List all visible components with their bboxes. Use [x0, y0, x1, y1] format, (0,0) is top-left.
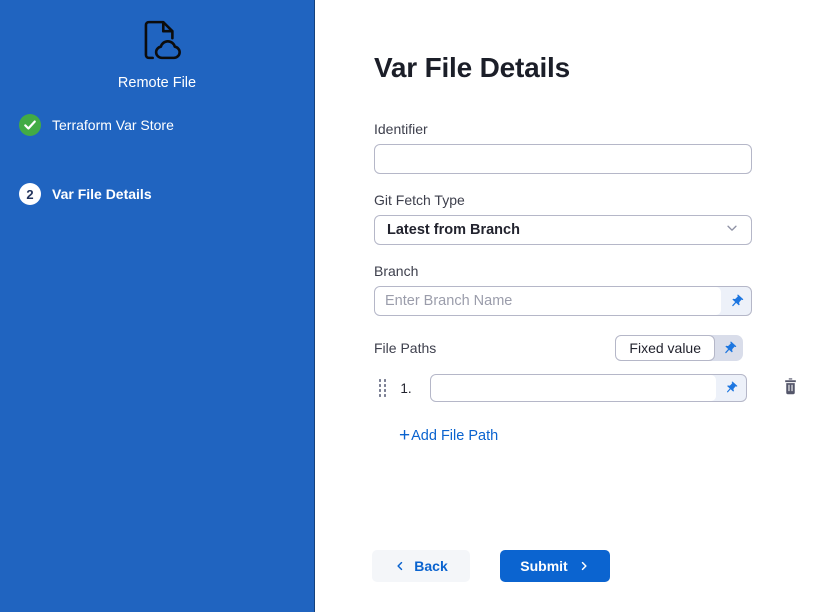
- add-file-path-label: Add File Path: [411, 428, 498, 444]
- footer-actions: Back Submit: [372, 550, 836, 582]
- delete-row-button[interactable]: [782, 377, 799, 399]
- pin-icon: [718, 337, 739, 358]
- branch-multitype-pin-button[interactable]: [721, 287, 751, 315]
- trash-icon: [782, 377, 799, 399]
- identifier-input[interactable]: [374, 144, 752, 174]
- chevron-right-icon: [578, 559, 590, 573]
- step-number-badge: 2: [19, 183, 41, 205]
- back-button-label: Back: [414, 558, 447, 574]
- back-button[interactable]: Back: [372, 550, 470, 582]
- git-fetch-type-value: Latest from Branch: [387, 222, 520, 238]
- fixed-value-type-button[interactable]: Fixed value: [615, 335, 715, 361]
- file-paths-multitype-combo: Fixed value: [615, 335, 743, 361]
- file-path-row: 1.: [379, 374, 836, 402]
- git-fetch-type-select[interactable]: Latest from Branch: [374, 215, 752, 245]
- git-fetch-type-label: Git Fetch Type: [374, 192, 752, 208]
- chevron-left-icon: [394, 559, 406, 573]
- var-file-details-wizard: Remote File Terraform Var Store 2 Var Fi…: [0, 0, 836, 612]
- step-label: Terraform Var Store: [52, 117, 174, 133]
- plus-icon: +: [399, 429, 410, 443]
- identifier-group: Identifier: [374, 121, 752, 174]
- file-paths-header: File Paths Fixed value: [374, 335, 752, 361]
- page-title: Var File Details: [374, 52, 836, 84]
- step-label: Var File Details: [52, 186, 152, 202]
- file-paths-label: File Paths: [374, 340, 436, 356]
- var-file-details-form: Var File Details Identifier Git Fetch Ty…: [315, 0, 836, 612]
- step-completed-check-icon: [19, 114, 41, 136]
- file-path-multitype-pin-button[interactable]: [716, 375, 746, 401]
- git-fetch-type-group: Git Fetch Type Latest from Branch: [374, 192, 752, 245]
- branch-label: Branch: [374, 263, 752, 279]
- identifier-label: Identifier: [374, 121, 752, 137]
- store-type-header: Remote File: [0, 14, 314, 91]
- file-path-input-shell: [430, 374, 747, 402]
- row-index: 1.: [400, 381, 414, 396]
- branch-input[interactable]: [375, 287, 721, 315]
- branch-input-shell: [374, 286, 752, 316]
- remote-file-cloud-icon: [131, 14, 183, 71]
- wizard-sidebar: Remote File Terraform Var Store 2 Var Fi…: [0, 0, 315, 612]
- store-type-label: Remote File: [118, 75, 196, 91]
- drag-handle-icon[interactable]: [379, 379, 386, 396]
- file-path-input[interactable]: [431, 375, 716, 401]
- wizard-step-var-file-details[interactable]: 2 Var File Details: [0, 183, 314, 205]
- submit-button-label: Submit: [520, 558, 567, 574]
- file-paths-multitype-pin-button[interactable]: [715, 335, 743, 361]
- wizard-step-terraform-var-store[interactable]: Terraform Var Store: [0, 114, 314, 136]
- submit-button[interactable]: Submit: [500, 550, 610, 582]
- branch-group: Branch: [374, 263, 752, 316]
- chevron-down-icon: [725, 221, 739, 240]
- pin-icon: [721, 378, 741, 398]
- add-file-path-link[interactable]: + Add File Path: [399, 428, 498, 444]
- pin-icon: [725, 290, 746, 311]
